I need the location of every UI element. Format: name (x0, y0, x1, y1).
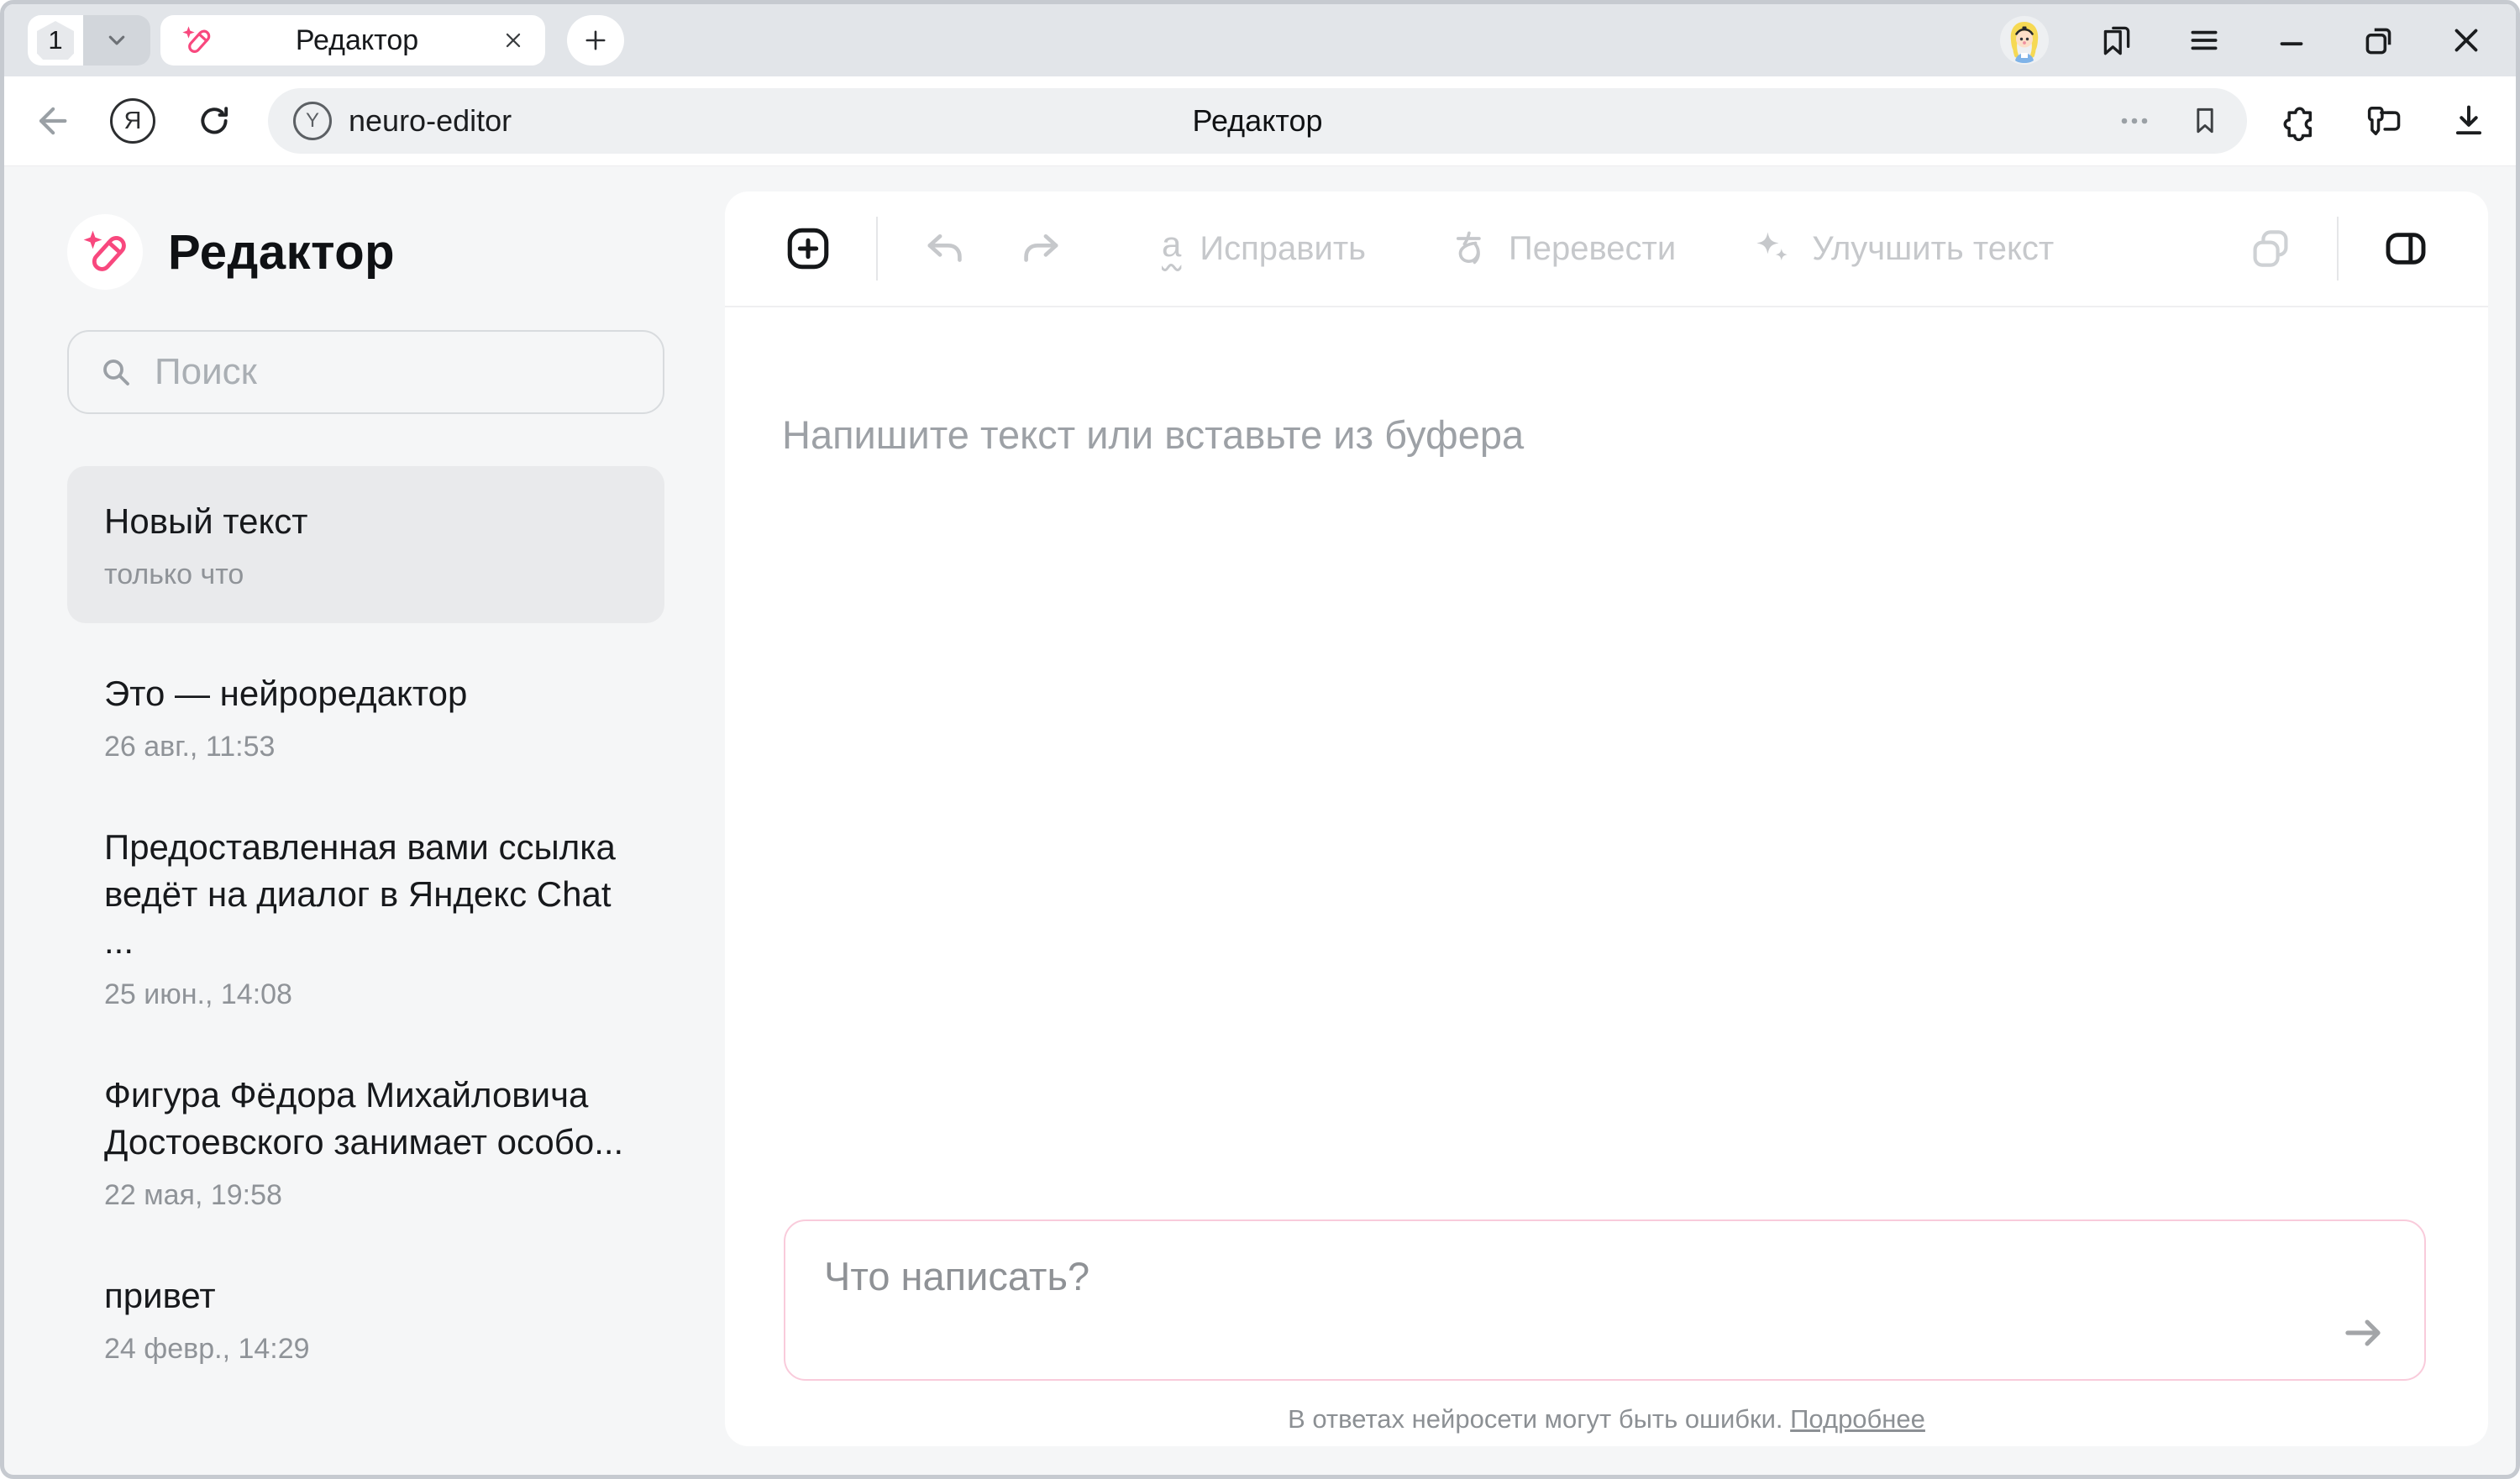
url-actions (2116, 102, 2222, 139)
document-title: Это — нейроредактор (104, 670, 627, 717)
site-icon: Y (293, 102, 332, 140)
refresh-icon[interactable] (194, 101, 234, 141)
document-title: привет (104, 1272, 627, 1319)
yandex-glyph: Я (124, 108, 142, 135)
yandex-button[interactable]: Я (110, 98, 155, 144)
minimize-icon[interactable] (2272, 21, 2311, 60)
app-title: Редактор (168, 224, 395, 281)
magic-pencil-favicon (181, 24, 213, 56)
url-input[interactable]: Y neuro-editor Редактор (268, 88, 2247, 154)
document-time: только что (104, 559, 627, 591)
tab-bar-controls (2000, 16, 2492, 65)
search-input[interactable] (155, 351, 634, 393)
new-document-icon[interactable] (784, 224, 832, 273)
passwords-icon[interactable] (2363, 101, 2403, 141)
editor-canvas-placeholder[interactable]: Напишите текст или вставьте из буфера (782, 412, 2488, 458)
document-time: 24 февр., 14:29 (104, 1333, 627, 1366)
active-tab[interactable]: Редактор (160, 15, 545, 66)
document-title: Новый текст (104, 498, 627, 545)
navigation-buttons: Я (31, 98, 234, 144)
tab-group-pill: 1 (28, 15, 150, 66)
tab-count-badge-icon: 1 (37, 21, 74, 60)
document-time: 22 мая, 19:58 (104, 1179, 627, 1212)
new-tab-button[interactable] (567, 15, 624, 66)
avatar[interactable] (2000, 16, 2049, 65)
improve-text-label: Улучшить текст (1812, 230, 2054, 268)
magic-pencil-logo-icon (67, 214, 143, 290)
page-content: Редактор Новый текст только что Это — не… (4, 167, 2516, 1475)
document-item-selected[interactable]: Новый текст только что (67, 466, 664, 623)
disclaimer-link[interactable]: Подробнее (1790, 1404, 1925, 1434)
document-time: 26 авг., 11:53 (104, 731, 627, 763)
disclaimer: В ответах нейросети могут быть ошибки. П… (725, 1404, 2488, 1434)
app-logo-row: Редактор (67, 214, 664, 290)
sidebar: Редактор Новый текст только что Это — не… (4, 167, 725, 1475)
translate-label: Перевести (1509, 230, 1676, 268)
improve-text-button[interactable]: Улучшить текст (1753, 228, 2054, 269)
downloads-icon[interactable] (2449, 101, 2489, 141)
prompt-input[interactable] (785, 1221, 2424, 1379)
close-window-icon[interactable] (2447, 21, 2486, 60)
translate-icon (1450, 228, 1490, 269)
copy-icon[interactable] (2248, 226, 2293, 271)
browser-action-buttons (2277, 101, 2489, 141)
toolbar-divider (2337, 217, 2339, 281)
page-title: Редактор (1193, 103, 1323, 139)
fix-text-button[interactable]: а Исправить (1162, 227, 1366, 270)
site-glyph: Y (306, 109, 319, 133)
document-list: Новый текст только что Это — нейроредакт… (67, 466, 664, 1389)
document-title: Предоставленная вами ссылка ведёт на диа… (104, 824, 627, 965)
document-item[interactable]: Это — нейроредактор 26 авг., 11:53 (67, 647, 664, 787)
document-title: Фигура Фёдора Михайловича Достоевского з… (104, 1072, 627, 1166)
fix-text-label: Исправить (1200, 230, 1366, 268)
document-time: 25 июн., 14:08 (104, 978, 627, 1011)
extensions-icon[interactable] (2277, 101, 2318, 141)
address-bar: Я Y neuro-editor Редактор (4, 76, 2516, 166)
send-button[interactable] (2332, 1305, 2396, 1361)
bookmarks-panel-icon[interactable] (2097, 21, 2136, 60)
redo-icon[interactable] (1019, 226, 1064, 271)
translate-button[interactable]: Перевести (1450, 228, 1676, 269)
menu-icon[interactable] (2185, 21, 2223, 60)
tab-count-value: 1 (48, 25, 62, 55)
document-item[interactable]: привет 24 февр., 14:29 (67, 1249, 664, 1389)
search-box[interactable] (67, 330, 664, 414)
document-item[interactable]: Предоставленная вами ссылка ведёт на диа… (67, 800, 664, 1035)
restore-window-icon[interactable] (2360, 21, 2398, 60)
bookmark-icon[interactable] (2188, 104, 2222, 138)
search-icon (97, 354, 134, 391)
tab-count-button[interactable]: 1 (28, 15, 83, 66)
tab-title: Редактор (213, 24, 501, 57)
chevron-down-icon (102, 26, 131, 55)
document-item[interactable]: Фигура Фёдора Михайловича Достоевского з… (67, 1048, 664, 1235)
plus-icon (582, 27, 609, 54)
tab-close-icon[interactable] (501, 29, 525, 52)
editor-toolbar: а Исправить Перевести (725, 191, 2488, 307)
browser-window: 1 Редактор (0, 0, 2520, 1479)
prompt-box (784, 1219, 2426, 1381)
back-icon[interactable] (31, 101, 71, 141)
arrow-right-icon (2339, 1308, 2389, 1358)
disclaimer-text: В ответах нейросети могут быть ошибки. (1288, 1404, 1782, 1434)
url-text: neuro-editor (349, 103, 512, 139)
editor-panel: а Исправить Перевести (725, 191, 2488, 1446)
toolbar-divider (876, 217, 878, 281)
sparkles-icon (1753, 228, 1793, 269)
tab-bar: 1 Редактор (4, 4, 2516, 76)
side-panel-toggle-icon[interactable] (2382, 225, 2429, 272)
undo-icon[interactable] (921, 226, 967, 271)
more-actions-icon[interactable] (2116, 102, 2153, 139)
tab-list-dropdown-button[interactable] (83, 15, 150, 66)
fix-text-icon: а (1162, 227, 1181, 270)
